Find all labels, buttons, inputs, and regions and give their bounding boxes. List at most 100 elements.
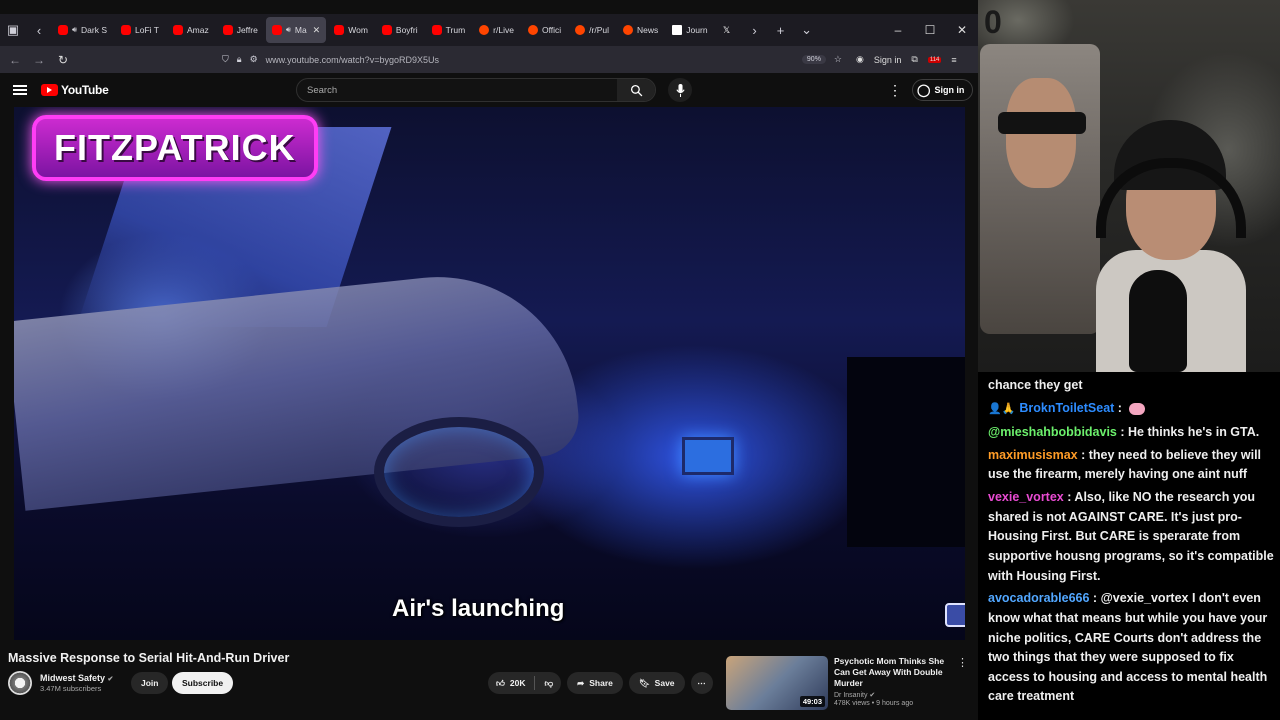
browser-tab[interactable]: /r/Pul <box>569 17 615 43</box>
nav-bar: ← → ↻ ⛉ 🔒︎ ⚙︎ www.youtube.com/watch?v=by… <box>0 46 978 73</box>
youtube-play-icon <box>41 84 58 96</box>
video-name-overlay: FITZPATRICK <box>32 115 318 181</box>
recommended-more-icon[interactable]: ⋮ <box>957 656 968 669</box>
browser-tab[interactable]: LoFi T <box>115 17 165 43</box>
menu-icon[interactable]: ≡ <box>951 55 956 65</box>
browser-tab[interactable]: News <box>617 17 664 43</box>
shield-icon[interactable]: ⛉ <box>222 54 229 65</box>
chat-text: chance they get <box>988 378 1083 392</box>
url-text[interactable]: www.youtube.com/watch?v=bygoRD9X5Us <box>266 55 439 65</box>
channel-name[interactable]: Midwest Safety ✔ <box>40 673 113 683</box>
permissions-icon[interactable]: ⚙︎ <box>250 54 258 65</box>
user-badges-icon: 👤🙏 <box>988 402 1016 415</box>
browser-tab[interactable]: Journ <box>666 17 713 43</box>
like-button[interactable]: 👍︎ 20K 👎︎ <box>488 672 562 694</box>
thumbs-down-icon[interactable]: 👎︎ <box>544 678 553 689</box>
chat-username[interactable]: maximusismax <box>988 448 1078 462</box>
share-button[interactable]: ➦ Share <box>567 672 623 694</box>
tab-label: Journ <box>686 25 708 35</box>
recommended-channel[interactable]: Dr Insanity ✔ <box>834 691 960 699</box>
browser-tab[interactable]: Trum <box>426 17 472 43</box>
lock-icon[interactable]: 🔒︎ <box>237 54 242 65</box>
chat-text: @vexie_vortex I don't even know what tha… <box>988 591 1268 704</box>
chat-message: vexie_vortex : Also, like NO the researc… <box>988 490 1274 583</box>
channel-watermark-icon[interactable] <box>945 603 965 627</box>
bookmark-star-icon[interactable]: ☆ <box>834 54 842 65</box>
youtube-header: YouTube ⋮ ◯ Sign in <box>0 73 978 107</box>
scroll-tabs-left-icon[interactable]: ‹ <box>26 17 52 43</box>
browser-tab[interactable]: Offici <box>522 17 567 43</box>
browser-tab[interactable]: 🔊︎ Ma ✕ <box>265 17 327 43</box>
microphone-icon <box>675 83 685 97</box>
audio-playing-icon[interactable]: 🔊︎ <box>72 25 77 35</box>
settings-more-icon[interactable]: ⋮ <box>888 82 902 99</box>
channel-avatar[interactable] <box>8 671 32 695</box>
maximize-icon[interactable]: ☐ <box>914 23 946 37</box>
back-icon[interactable]: ← <box>6 53 24 67</box>
browser-tab[interactable]: 🔊︎ Dark S <box>52 17 113 43</box>
scroll-tabs-right-icon[interactable]: › <box>742 17 768 43</box>
video-player[interactable]: FITZPATRICK Air's launching <box>14 107 965 640</box>
tab-overview-icon[interactable]: ▣ <box>0 17 26 43</box>
close-window-icon[interactable]: ✕ <box>946 23 978 37</box>
youtube-icon <box>431 25 442 35</box>
chat-username[interactable]: vexie_vortex <box>988 490 1064 504</box>
chat-username[interactable]: BroknToiletSeat <box>1019 401 1114 415</box>
youtube-logo[interactable]: YouTube <box>41 83 109 97</box>
ap-icon <box>672 25 683 35</box>
recommended-title[interactable]: Psychotic Mom Thinks She Can Get Away Wi… <box>834 656 960 689</box>
save-button[interactable]: 🔖︎ Save <box>628 672 685 694</box>
new-tab-icon[interactable]: + <box>768 17 794 43</box>
youtube-icon <box>271 25 282 35</box>
video-duration: 49:03 <box>799 696 825 707</box>
audio-playing-icon[interactable]: 🔊︎ <box>286 25 291 35</box>
recommended-thumbnail[interactable]: 49:03 <box>726 656 828 710</box>
tab-label: Trum <box>445 25 466 35</box>
wall-sign: 0 <box>984 4 1002 40</box>
address-bar[interactable]: ⛉ 🔒︎ ⚙︎ www.youtube.com/watch?v=bygoRD9X… <box>222 49 842 70</box>
browser-tab[interactable]: 𝕏 <box>716 17 742 43</box>
chat-username[interactable]: @mieshahbobbidavis <box>988 425 1117 439</box>
search-input[interactable] <box>297 84 617 96</box>
forward-icon[interactable]: → <box>30 53 48 67</box>
pig-emote-icon <box>1129 402 1146 415</box>
chat-panel: chance they get 👤🙏 BroknToiletSeat : @mies… <box>978 372 1280 720</box>
notification-badge[interactable]: 114 <box>927 56 942 63</box>
reload-icon[interactable]: ↻ <box>54 53 72 67</box>
youtube-signin-button[interactable]: ◯ Sign in <box>912 79 974 101</box>
tab-label: News <box>637 25 659 35</box>
tab-label: Jeffre <box>236 25 258 35</box>
browser-tab[interactable]: Wom <box>328 17 374 43</box>
video-caption: Air's launching <box>392 595 565 622</box>
account-icon[interactable]: ◉ <box>856 54 864 65</box>
extensions-icon[interactable]: ⧉ <box>911 54 917 65</box>
browser-tab[interactable]: Boyfri <box>376 17 424 43</box>
window-controls: – ☐ ✕ <box>882 23 978 37</box>
youtube-logo-text: YouTube <box>61 83 109 97</box>
join-button[interactable]: Join <box>131 672 169 694</box>
youtube-icon <box>222 25 233 35</box>
search-button[interactable] <box>617 79 655 101</box>
chat-username[interactable]: avocadorable666 <box>988 591 1089 605</box>
youtube-signin-label: Sign in <box>934 85 965 95</box>
recommended-video[interactable]: 49:03 Psychotic Mom Thinks She Can Get A… <box>726 656 978 712</box>
tab-list-chevron-icon[interactable]: ⌄ <box>794 17 820 43</box>
browser-tab[interactable]: r/Live <box>473 17 520 43</box>
tab-label: LoFi T <box>135 25 159 35</box>
video-actions: 👍︎ 20K 👎︎ ➦ Share 🔖︎ Save ⋯ <box>488 672 713 694</box>
minimize-icon[interactable]: – <box>882 23 914 37</box>
more-actions-button[interactable]: ⋯ <box>690 672 713 694</box>
subscribe-button[interactable]: Subscribe <box>172 672 234 694</box>
video-frame-dash-screen <box>682 437 734 475</box>
guide-menu-icon[interactable] <box>13 85 27 95</box>
thumbs-up-icon: 👍︎ <box>496 677 505 688</box>
video-frame-dark-area <box>847 357 965 547</box>
zoom-level[interactable]: 90% <box>801 55 826 64</box>
youtube-icon <box>381 25 392 35</box>
browser-tab[interactable]: Jeffre <box>217 17 264 43</box>
close-tab-icon[interactable]: ✕ <box>313 25 321 36</box>
browser-signin-label[interactable]: Sign in <box>874 55 902 65</box>
browser-tab[interactable]: Amaz <box>167 17 215 43</box>
chat-message: 👤🙏 BroknToiletSeat : <box>988 399 1274 420</box>
voice-search-button[interactable] <box>668 78 692 102</box>
